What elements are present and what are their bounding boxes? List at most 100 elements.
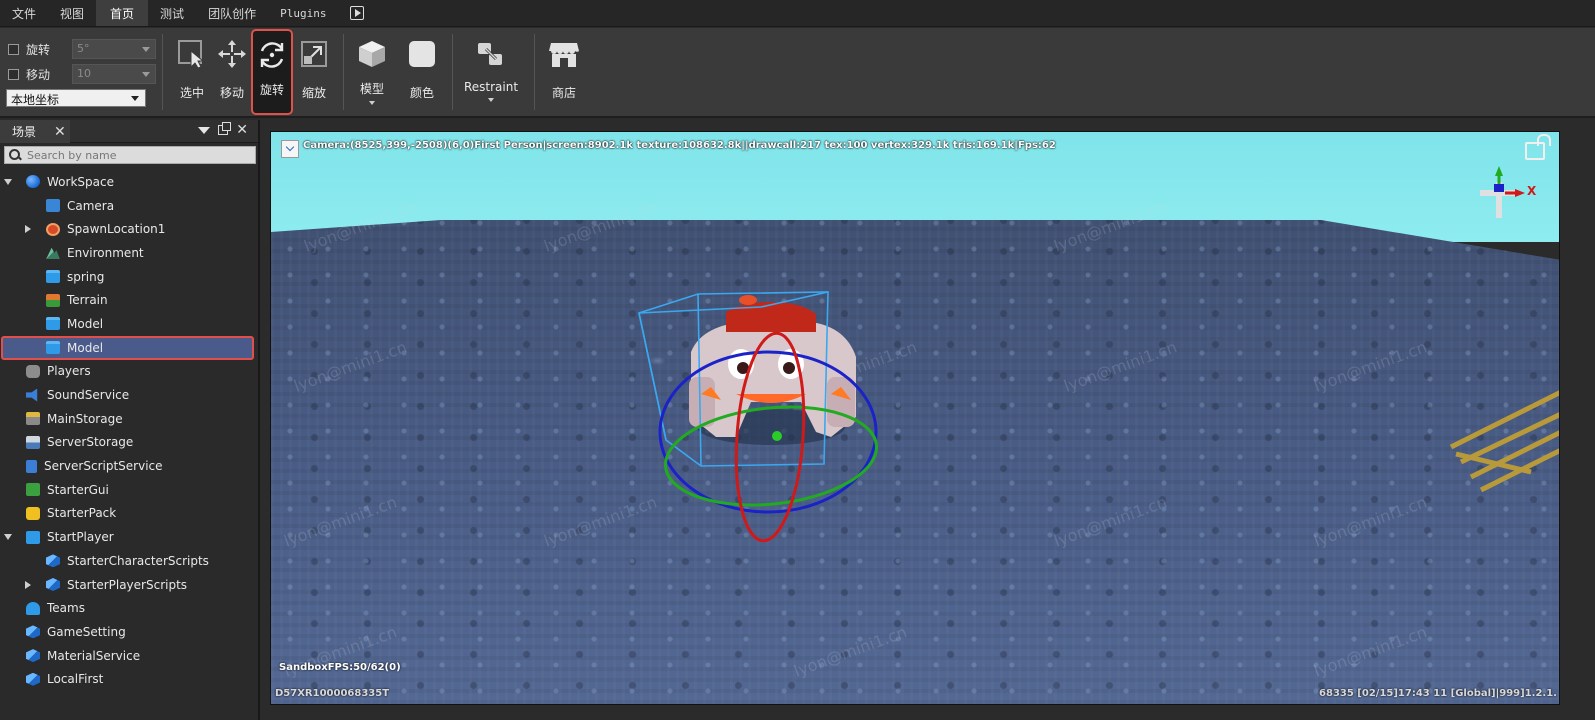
tree-item-startergui[interactable]: StarterGui bbox=[0, 478, 258, 502]
rotate-tool-button[interactable]: 旋转 bbox=[251, 29, 293, 115]
scale-tool-button[interactable]: 缩放 bbox=[294, 34, 334, 112]
tree-item-players[interactable]: Players bbox=[0, 360, 258, 384]
sandbox-fps-text: SandboxFPS:50/62(0) bbox=[279, 662, 401, 673]
folder-icon bbox=[46, 270, 60, 284]
panel-close-icon[interactable]: ✕ bbox=[236, 123, 248, 137]
cube-icon bbox=[46, 554, 60, 568]
folder-icon bbox=[46, 341, 60, 355]
restraint-tool-button[interactable]: Restraint bbox=[464, 34, 518, 112]
color-tool-label: 颜色 bbox=[409, 86, 434, 100]
scene-panel: 场景 ✕ ✕ WorkSpace Camera SpawnLocation1 bbox=[0, 120, 260, 720]
expand-right-icon[interactable] bbox=[25, 225, 31, 234]
expand-down-icon[interactable] bbox=[4, 534, 12, 541]
tree-item-startplayer[interactable]: StartPlayer bbox=[0, 525, 258, 549]
toolbar-separator bbox=[343, 34, 344, 110]
tree-item-teams[interactable]: Teams bbox=[0, 596, 258, 620]
play-button[interactable] bbox=[344, 0, 370, 26]
move-snap-select[interactable]: 10 bbox=[72, 64, 156, 84]
globe-icon bbox=[26, 175, 40, 189]
scene-tree: WorkSpace Camera SpawnLocation1 Environm… bbox=[0, 170, 258, 691]
chevron-down-icon bbox=[142, 72, 150, 77]
terrain-icon bbox=[46, 293, 60, 307]
tree-item-serverscriptservice[interactable]: ServerScriptService bbox=[0, 454, 258, 478]
fence-structure bbox=[1449, 390, 1559, 493]
menu-view[interactable]: 视图 bbox=[48, 0, 96, 26]
rotate-snap-label: 旋转 bbox=[26, 42, 51, 57]
close-icon[interactable]: ✕ bbox=[54, 124, 66, 140]
tree-item-terrain[interactable]: Terrain bbox=[0, 288, 258, 312]
rotate-snap-row: 旋转 5° bbox=[8, 39, 156, 59]
coordinate-mode-select[interactable]: 本地坐标 bbox=[6, 89, 146, 107]
toolbar-separator bbox=[452, 34, 453, 110]
select-tool-label: 选中 bbox=[179, 86, 204, 100]
tree-item-gamesetting[interactable]: GameSetting bbox=[0, 620, 258, 644]
move-tool-button[interactable]: 移动 bbox=[212, 34, 252, 112]
shop-tool-label: 商店 bbox=[551, 86, 576, 100]
expand-down-icon[interactable] bbox=[4, 179, 12, 185]
color-tool-button[interactable]: 颜色 bbox=[402, 34, 442, 112]
rotate-snap-checkbox[interactable] bbox=[8, 43, 19, 55]
status-info-text: 68335 [02/15]17:43 11 [Global]|999]1.2.1… bbox=[1319, 688, 1557, 699]
chevron-down-icon bbox=[369, 101, 375, 105]
tree-item-environment[interactable]: Environment bbox=[0, 241, 258, 265]
scene-search-input[interactable] bbox=[27, 148, 252, 162]
scene-tab[interactable]: 场景 ✕ bbox=[0, 120, 70, 143]
menu-plugins[interactable]: Plugins bbox=[268, 0, 338, 26]
build-id-text: D57XR1000068335T bbox=[275, 688, 390, 699]
menu-home[interactable]: 首页 bbox=[96, 0, 149, 26]
script-icon bbox=[26, 459, 37, 473]
tree-item-model[interactable]: Model bbox=[0, 312, 258, 336]
scene-viewport[interactable]: lyon@mini1.cn lyon@mini1.cn lyon@mini1.c… bbox=[270, 131, 1560, 705]
search-icon bbox=[7, 147, 23, 163]
tree-item-model-selected[interactable]: Model bbox=[1, 335, 254, 360]
tree-item-localfirst[interactable]: LocalFirst bbox=[0, 667, 258, 691]
environment-icon bbox=[46, 247, 60, 260]
menu-test[interactable]: 测试 bbox=[148, 0, 196, 26]
move-snap-checkbox[interactable] bbox=[8, 68, 19, 80]
shop-tool-button[interactable]: 商店 bbox=[544, 34, 584, 112]
tree-item-materialservice[interactable]: MaterialService bbox=[0, 644, 258, 668]
toolbar: 旋转 5° 移动 10 本地坐标 选中 移动 旋转 缩放 模型 颜色 Restr… bbox=[0, 28, 1595, 118]
rotate-icon bbox=[256, 39, 288, 71]
lock-icon[interactable] bbox=[1525, 134, 1551, 160]
axis-orientation-widget[interactable] bbox=[1480, 166, 1525, 218]
tree-item-starterplayerscripts[interactable]: StarterPlayerScripts bbox=[0, 573, 258, 597]
character-model bbox=[689, 295, 856, 445]
tree-item-startercharacterscripts[interactable]: StarterCharacterScripts bbox=[0, 549, 258, 573]
play-icon bbox=[350, 6, 365, 20]
float-window-icon[interactable] bbox=[218, 122, 232, 135]
model-tool-label: 模型 bbox=[359, 82, 384, 96]
tree-item-camera[interactable]: Camera bbox=[0, 194, 258, 218]
store-icon bbox=[548, 38, 580, 70]
select-tool-button[interactable]: 选中 bbox=[172, 34, 212, 112]
panel-menu-icon[interactable] bbox=[198, 126, 211, 134]
start-player-icon bbox=[26, 530, 40, 544]
tree-item-soundservice[interactable]: SoundService bbox=[0, 383, 258, 407]
expand-right-icon[interactable] bbox=[25, 580, 31, 589]
move-tool-label: 移动 bbox=[219, 86, 244, 100]
tree-item-spring[interactable]: spring bbox=[0, 265, 258, 289]
axis-x-label: X bbox=[1527, 184, 1537, 198]
hud-toggle-button[interactable] bbox=[281, 140, 299, 158]
scene-search-box bbox=[4, 146, 256, 164]
menu-bar: 文件 视图 首页 测试 团队创作 Plugins bbox=[0, 0, 1595, 27]
tree-item-workspace[interactable]: WorkSpace bbox=[0, 170, 258, 194]
gui-icon bbox=[26, 483, 40, 497]
cube-icon bbox=[26, 625, 40, 639]
rotate-snap-select[interactable]: 5° bbox=[72, 39, 156, 59]
menu-team-create[interactable]: 团队创作 bbox=[196, 0, 268, 26]
cube-icon bbox=[26, 649, 40, 663]
model-tool-button[interactable]: 模型 bbox=[352, 34, 392, 112]
menu-file[interactable]: 文件 bbox=[0, 0, 48, 26]
spawn-icon bbox=[46, 222, 60, 236]
tree-item-spawnlocation1[interactable]: SpawnLocation1 bbox=[0, 217, 258, 241]
sound-icon bbox=[26, 388, 38, 402]
tree-item-starterpack[interactable]: StarterPack bbox=[0, 502, 258, 526]
pivot-point[interactable] bbox=[772, 431, 782, 441]
tree-item-mainstorage[interactable]: MainStorage bbox=[0, 407, 258, 431]
toolbar-separator bbox=[162, 34, 163, 110]
camera-stats-text: Camera:(8525,399,-2508)(6,0)First Person… bbox=[303, 140, 1056, 151]
selection-gizmo bbox=[638, 166, 1559, 543]
tree-item-serverstorage[interactable]: ServerStorage bbox=[0, 431, 258, 455]
chevron-down-icon bbox=[488, 98, 494, 102]
